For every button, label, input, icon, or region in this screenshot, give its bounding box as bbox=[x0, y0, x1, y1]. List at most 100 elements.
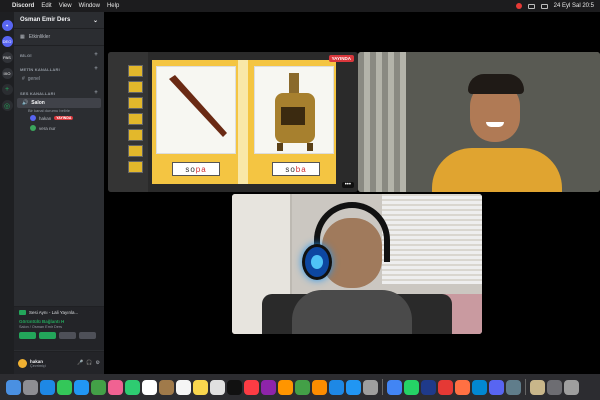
menu-app-name[interactable]: Discord bbox=[12, 3, 34, 9]
hash-icon: # bbox=[22, 76, 25, 82]
slide-canvas: sopa soba 14 bbox=[152, 60, 336, 184]
voice-controls bbox=[19, 332, 99, 339]
keynote-icon[interactable] bbox=[329, 379, 344, 395]
server-name: Osman Emir Ders bbox=[20, 17, 71, 23]
settings-icon[interactable] bbox=[363, 379, 378, 395]
menubar-clock[interactable]: 24 Eyl Sal 20:5 bbox=[554, 3, 594, 9]
books-icon[interactable] bbox=[278, 379, 293, 395]
headphones-icon[interactable]: 🎧 bbox=[86, 360, 92, 366]
camera-button[interactable] bbox=[19, 332, 36, 339]
slide-thumbnail[interactable] bbox=[128, 161, 143, 173]
mail-icon[interactable] bbox=[74, 379, 89, 395]
podcasts-icon[interactable] bbox=[261, 379, 276, 395]
category-text-channels[interactable]: METİN KANALLARI + bbox=[14, 60, 104, 74]
more-options-button[interactable]: ••• bbox=[341, 182, 354, 188]
chrome-icon[interactable] bbox=[387, 379, 402, 395]
explore-servers-icon[interactable]: ◎ bbox=[1, 100, 13, 111]
server-icon-pas[interactable]: PAS bbox=[1, 52, 13, 63]
activity-button[interactable] bbox=[59, 332, 76, 339]
mac-menubar: Discord Edit View Window Help 24 Eyl Sal… bbox=[0, 0, 600, 12]
battery-icon[interactable] bbox=[527, 3, 535, 9]
contacts-icon[interactable] bbox=[159, 379, 174, 395]
slide-thumbnail[interactable] bbox=[128, 97, 143, 109]
camera-tile-student[interactable] bbox=[232, 194, 482, 334]
screen-share-tile[interactable]: sopa soba 14 YAYINDA ••• bbox=[108, 52, 358, 192]
sublime-icon[interactable] bbox=[455, 379, 470, 395]
app-icon[interactable] bbox=[506, 379, 521, 395]
add-channel-icon[interactable]: + bbox=[94, 90, 98, 96]
wifi-icon[interactable] bbox=[540, 3, 548, 9]
earcup-light bbox=[311, 255, 323, 269]
calendar-app-icon[interactable] bbox=[142, 379, 157, 395]
screen-share-button[interactable] bbox=[39, 332, 56, 339]
tv-icon[interactable] bbox=[227, 379, 242, 395]
stove-image bbox=[254, 66, 334, 154]
app-store-icon[interactable] bbox=[346, 379, 361, 395]
add-channel-icon[interactable]: + bbox=[94, 52, 98, 58]
channel-label: Salon bbox=[31, 100, 45, 106]
launchpad-icon[interactable] bbox=[23, 379, 38, 395]
live-badge: YAYINDA bbox=[328, 55, 354, 62]
stream-row[interactable]: Sesi Aynı - Lali Yayınla... bbox=[19, 310, 99, 315]
word-syllable: so bbox=[185, 165, 196, 174]
photos-icon[interactable] bbox=[108, 379, 123, 395]
vscode-icon[interactable] bbox=[472, 379, 487, 395]
gear-icon[interactable]: ⚙ bbox=[96, 360, 100, 366]
youtube-icon[interactable] bbox=[438, 379, 453, 395]
messages-icon[interactable] bbox=[57, 379, 72, 395]
camera-tile-participant[interactable] bbox=[358, 52, 600, 192]
voice-user[interactable]: hakan YAYINDA bbox=[14, 113, 104, 123]
numbers-icon[interactable] bbox=[295, 379, 310, 395]
server-header[interactable]: Osman Emir Ders ⌄ bbox=[14, 12, 104, 29]
voice-channel-salon[interactable]: 🔊 Salon bbox=[17, 98, 101, 108]
music-icon[interactable] bbox=[244, 379, 259, 395]
user-status: Çevrimiçi bbox=[30, 363, 46, 368]
category-voice-channels[interactable]: SES KANALLARI + bbox=[14, 84, 104, 98]
stick-image bbox=[156, 66, 236, 154]
pages-icon[interactable] bbox=[312, 379, 327, 395]
menu-window[interactable]: Window bbox=[79, 3, 100, 9]
user-info[interactable]: hakan Çevrimiçi bbox=[30, 359, 46, 368]
whatsapp-icon[interactable] bbox=[404, 379, 419, 395]
video-stage: sopa soba 14 YAYINDA ••• bbox=[104, 12, 600, 374]
user-controls: 🎤 🎧 ⚙ bbox=[77, 360, 100, 366]
discord-icon[interactable] bbox=[489, 379, 504, 395]
recording-icon[interactable] bbox=[515, 3, 522, 9]
soundboard-button[interactable] bbox=[79, 332, 96, 339]
slide-thumbnail[interactable] bbox=[128, 65, 143, 77]
connection-location[interactable]: Salon / Osman Emir Ders bbox=[19, 325, 99, 329]
slide-thumbnail[interactable] bbox=[128, 113, 143, 125]
events-item[interactable]: ▦ Etkinlikler bbox=[14, 29, 104, 46]
dock-separator bbox=[382, 379, 383, 395]
downloads-folder-icon[interactable] bbox=[530, 379, 545, 395]
slide-divider bbox=[238, 60, 248, 184]
calendar-icon: ▦ bbox=[20, 34, 25, 40]
trash-icon[interactable] bbox=[564, 379, 579, 395]
menu-help[interactable]: Help bbox=[107, 3, 119, 9]
notes-icon[interactable] bbox=[193, 379, 208, 395]
add-server-icon[interactable]: + bbox=[1, 84, 13, 95]
safari-icon[interactable] bbox=[40, 379, 55, 395]
slide-thumbnail[interactable] bbox=[128, 81, 143, 93]
microphone-icon[interactable]: 🎤 bbox=[77, 360, 83, 366]
menu-view[interactable]: View bbox=[59, 3, 72, 9]
voice-user[interactable]: vera nur bbox=[14, 123, 104, 133]
recent-folder-icon[interactable] bbox=[547, 379, 562, 395]
finder-icon[interactable] bbox=[6, 379, 21, 395]
add-channel-icon[interactable]: + bbox=[94, 66, 98, 72]
reminders-icon[interactable] bbox=[176, 379, 191, 395]
slide-thumbnail[interactable] bbox=[128, 145, 143, 157]
facetime-icon[interactable] bbox=[125, 379, 140, 395]
zoom-icon[interactable] bbox=[421, 379, 436, 395]
freeform-icon[interactable] bbox=[210, 379, 225, 395]
text-channel-general[interactable]: # genel bbox=[14, 74, 104, 84]
server-icon-deo[interactable]: DEO bbox=[1, 36, 13, 47]
avatar[interactable] bbox=[18, 358, 27, 368]
discord-home-icon[interactable]: ✦ bbox=[1, 20, 13, 31]
category-info[interactable]: BİLGİ + bbox=[14, 46, 104, 60]
menu-edit[interactable]: Edit bbox=[41, 3, 51, 9]
server-icon-ixo[interactable]: IXO bbox=[1, 68, 13, 79]
maps-icon[interactable] bbox=[91, 379, 106, 395]
participant-hair bbox=[468, 74, 524, 94]
slide-thumbnail[interactable] bbox=[128, 129, 143, 141]
